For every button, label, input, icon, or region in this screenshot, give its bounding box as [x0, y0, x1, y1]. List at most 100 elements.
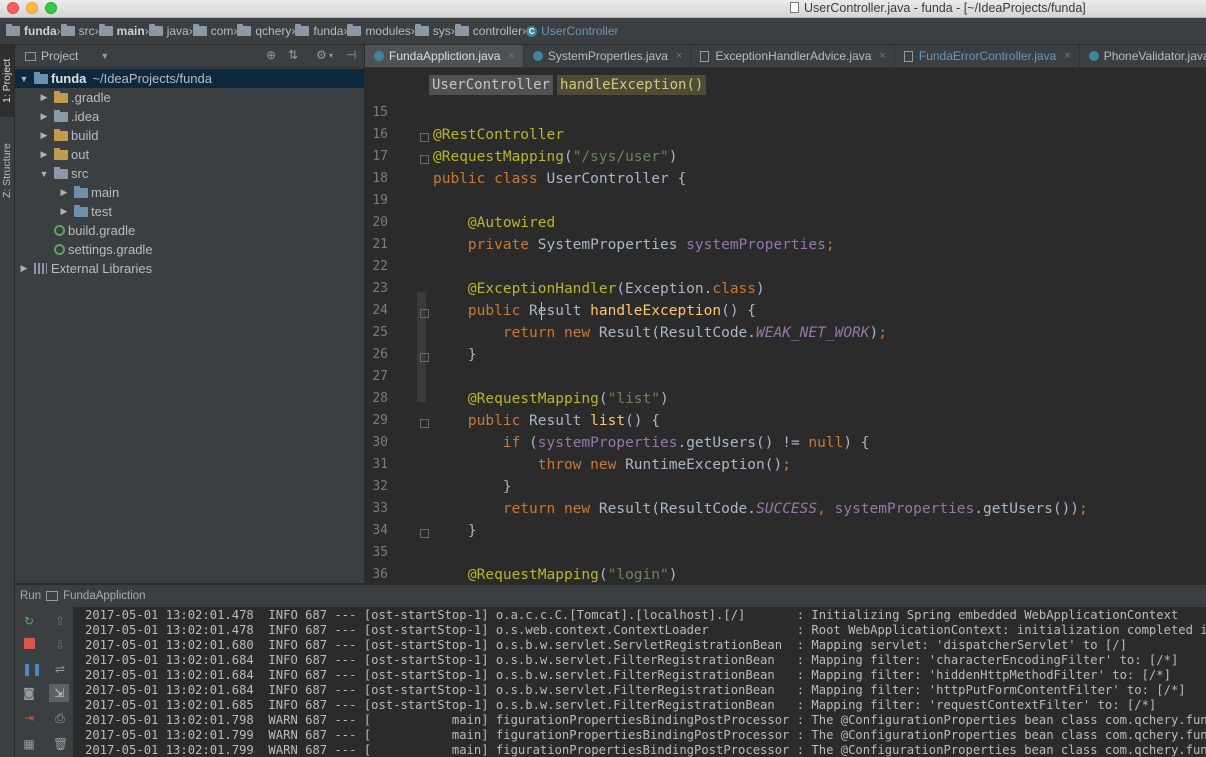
- console-line: 2017-05-01 13:02:01.799 WARN 687 --- [ m…: [85, 743, 1206, 757]
- run-config-tab[interactable]: FundaAppliction: [63, 590, 145, 602]
- breadcrumb-item[interactable]: funda: [6, 24, 57, 38]
- up-arrow-icon[interactable]: ⇧: [53, 614, 67, 628]
- code-line-34: }: [433, 523, 477, 539]
- rerun-icon[interactable]: ↻: [22, 614, 36, 628]
- tree-item[interactable]: ▶ main: [15, 183, 364, 202]
- tree-item[interactable]: ▶ test: [15, 202, 364, 221]
- close-tab-icon[interactable]: ×: [676, 50, 682, 62]
- stop-icon[interactable]: [24, 638, 35, 649]
- collapsed-arrow-icon[interactable]: ▶: [39, 149, 49, 160]
- collapsed-arrow-icon[interactable]: ▶: [39, 130, 49, 141]
- line-number: 30: [372, 435, 388, 450]
- layout-icon[interactable]: ▦: [22, 737, 36, 751]
- collapse-all-icon[interactable]: ⇅: [288, 48, 298, 62]
- expanded-arrow-icon[interactable]: ▼: [19, 74, 29, 84]
- line-number: 33: [372, 501, 388, 516]
- breadcrumb-item[interactable]: src: [60, 24, 95, 38]
- close-tab-icon[interactable]: ×: [1064, 50, 1070, 62]
- folder-icon: [295, 24, 310, 36]
- editor-tab[interactable]: FundaAppliction.java ×: [365, 45, 524, 67]
- console-line: 2017-05-01 13:02:01.798 WARN 687 --- [ m…: [85, 713, 1206, 727]
- folder-icon-orange: [54, 90, 68, 103]
- trash-icon[interactable]: 🗑: [53, 737, 68, 751]
- line-number: 27: [372, 369, 388, 384]
- editor-tab[interactable]: SystemProperties.java ×: [524, 45, 692, 67]
- tree-item[interactable]: build.gradle: [15, 221, 364, 240]
- breadcrumb-item[interactable]: controller: [454, 24, 523, 38]
- chevron-down-icon[interactable]: ▼: [100, 51, 109, 61]
- breadcrumb-item[interactable]: com: [192, 24, 233, 38]
- text-cursor: [541, 302, 542, 320]
- editor-tab[interactable]: PhoneValidator.java: [1080, 45, 1206, 67]
- breadcrumb-item[interactable]: qchery: [237, 24, 291, 38]
- down-arrow-icon[interactable]: ⇩: [53, 638, 67, 652]
- tree-item[interactable]: ▶ .gradle: [15, 88, 364, 107]
- project-tool-tab[interactable]: 1: Project: [0, 45, 14, 117]
- expanded-arrow-icon[interactable]: ▼: [39, 169, 49, 179]
- breadcrumb-label: funda: [24, 24, 57, 38]
- fold-marker-icon[interactable]: [420, 133, 429, 142]
- settings-chevron-icon[interactable]: ▾: [329, 51, 333, 60]
- fold-marker-icon[interactable]: [420, 309, 429, 318]
- tree-item[interactable]: settings.gradle: [15, 240, 364, 259]
- breadcrumb-item[interactable]: funda: [295, 24, 343, 38]
- close-window-button[interactable]: [7, 2, 19, 14]
- collapsed-arrow-icon[interactable]: ▶: [19, 263, 29, 274]
- breadcrumb-item[interactable]: java: [148, 24, 189, 38]
- folder-icon-orange: [54, 128, 68, 141]
- project-panel: Project ▼ ⊕ ⇅ ⚙ ▾ ⊣ ▼ funda ~/IdeaProjects…: [15, 45, 365, 583]
- close-tab-icon[interactable]: ×: [879, 50, 885, 62]
- tree-item-label: test: [91, 204, 112, 219]
- folder-icon: [6, 24, 20, 36]
- soft-wrap-icon[interactable]: ⇌: [53, 662, 67, 676]
- breadcrumb-label: controller: [472, 24, 523, 38]
- fold-marker-icon[interactable]: [420, 155, 429, 164]
- breadcrumb-item[interactable]: sys: [414, 24, 451, 38]
- context-method[interactable]: handleException(): [557, 75, 707, 95]
- file-icon: [700, 50, 710, 62]
- fold-marker-icon[interactable]: [420, 529, 429, 538]
- breadcrumb-item[interactable]: modules: [347, 24, 411, 38]
- tree-item[interactable]: ▶ .idea: [15, 107, 364, 126]
- code-line-23: @ExceptionHandler(Exception.class): [467, 281, 765, 297]
- code-line-21: private SystemProperties systemPropertie…: [467, 237, 835, 253]
- tree-item[interactable]: ▶ External Libraries: [15, 259, 364, 278]
- camera-icon[interactable]: ◙: [22, 686, 36, 700]
- console-output[interactable]: 2017-05-01 13:02:01.478 INFO 687 --- [os…: [74, 607, 1206, 757]
- tree-item[interactable]: ▼ funda ~/IdeaProjects/funda: [15, 69, 364, 88]
- print-icon[interactable]: ⎙: [53, 711, 67, 725]
- hide-panel-icon[interactable]: ⊣: [346, 48, 356, 62]
- code-line-33: return new Result(ResultCode.SUCCESS, sy…: [502, 501, 1088, 517]
- source-folder-icon: [74, 204, 88, 217]
- collapsed-arrow-icon[interactable]: ▶: [39, 111, 49, 122]
- gear-icon[interactable]: ⚙: [316, 48, 327, 62]
- collapsed-arrow-icon[interactable]: ▶: [59, 206, 69, 217]
- fold-marker-icon[interactable]: [420, 353, 429, 362]
- close-tab-icon[interactable]: ×: [508, 50, 514, 62]
- tree-item[interactable]: ▼ src: [15, 164, 364, 183]
- minimize-window-button[interactable]: [26, 2, 38, 14]
- code-editor[interactable]: UserController handleException() 15 16 17 1…: [365, 68, 1206, 584]
- target-icon[interactable]: ⊕: [266, 48, 276, 62]
- breadcrumb-item[interactable]: C UserController: [526, 24, 619, 38]
- tree-item-label: build: [71, 128, 99, 143]
- editor-tab[interactable]: FundaErrorController.java ×: [895, 45, 1080, 67]
- breadcrumb-label: src: [78, 24, 95, 38]
- pause-icon[interactable]: ❚❚: [22, 662, 42, 676]
- collapsed-arrow-icon[interactable]: ▶: [39, 92, 49, 103]
- tree-item-label: External Libraries: [51, 261, 153, 276]
- code-line-32: }: [433, 479, 512, 495]
- breadcrumb-item[interactable]: main: [98, 24, 145, 38]
- scroll-to-end-icon[interactable]: ⇲: [49, 684, 69, 702]
- project-view-selector[interactable]: Project: [41, 49, 78, 63]
- context-class[interactable]: UserController: [429, 75, 554, 95]
- exit-icon[interactable]: ⇥: [22, 711, 36, 725]
- fold-marker-icon[interactable]: [420, 419, 429, 428]
- collapsed-arrow-icon[interactable]: ▶: [59, 187, 69, 198]
- maximize-window-button[interactable]: [45, 2, 57, 14]
- tree-item[interactable]: ▶ build: [15, 126, 364, 145]
- editor-tab[interactable]: ExceptionHandlerAdvice.java ×: [691, 45, 895, 67]
- structure-tool-tab[interactable]: Z: Structure: [0, 130, 14, 212]
- tree-item[interactable]: ▶ out: [15, 145, 364, 164]
- run-panel-header: Run FundaAppliction: [15, 584, 1206, 607]
